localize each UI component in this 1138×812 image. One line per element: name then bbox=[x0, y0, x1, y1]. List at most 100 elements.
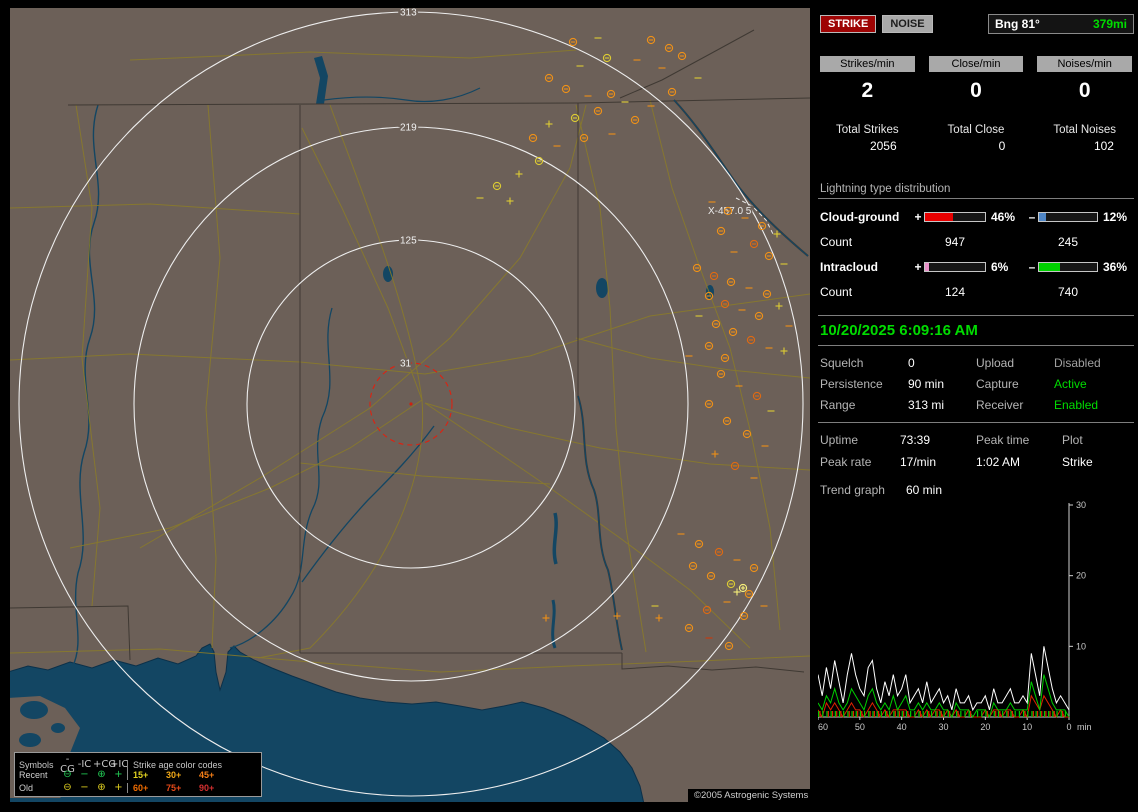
rate-values-row: 2 0 0 bbox=[818, 72, 1134, 103]
strikes-layer bbox=[476, 35, 793, 651]
cloud-ground-row: Cloud-ground + 46% – 12% bbox=[818, 210, 1134, 224]
plus-sign: + bbox=[914, 210, 922, 224]
svg-text:125: 125 bbox=[400, 236, 417, 247]
ic-negative-fill bbox=[1039, 263, 1060, 271]
app-window: 313 219 125 31 X-457.0 5 Symbols -CG -IC +CG… bbox=[0, 0, 1138, 812]
svg-text:10: 10 bbox=[1022, 722, 1032, 732]
squelch-value: 0 bbox=[908, 356, 915, 370]
neg-cg-old-icon: ⊖ bbox=[63, 781, 72, 793]
intracloud-label: Intracloud bbox=[820, 260, 879, 274]
trend-graph-label: Trend graph bbox=[820, 483, 885, 497]
age-45-label: 45+ bbox=[199, 769, 215, 780]
peak-rate-value: 17/min bbox=[900, 455, 937, 469]
svg-text:min: min bbox=[1077, 722, 1092, 732]
cg-positive-fill bbox=[925, 213, 953, 221]
pos-ic-old-icon: + bbox=[114, 781, 123, 793]
svg-text:30: 30 bbox=[1076, 501, 1086, 510]
total-strikes-value: 2056 bbox=[869, 139, 897, 153]
bearing-value: Bng 81° bbox=[995, 17, 1040, 31]
plot-value: Strike bbox=[1062, 455, 1093, 469]
strikes-per-min-chip[interactable]: Strikes/min bbox=[820, 56, 915, 72]
ic-negative-pct: 36% bbox=[1103, 260, 1128, 274]
legend-age-header: Strike age color codes bbox=[127, 760, 257, 770]
svg-text:30: 30 bbox=[938, 722, 948, 732]
rate-chips-row: Strikes/min Close/min Noises/min bbox=[818, 56, 1134, 72]
plus-sign: + bbox=[914, 260, 922, 274]
age-15-label: 15+ bbox=[133, 769, 149, 780]
receiver-label: Receiver bbox=[976, 398, 1024, 412]
map-display[interactable]: 313 219 125 31 X-457.0 5 Symbols -CG -IC +CG… bbox=[10, 8, 810, 802]
upload-value: Disabled bbox=[1054, 356, 1101, 370]
legend-old-label: Old bbox=[19, 782, 34, 793]
total-close-value: 0 bbox=[998, 139, 1006, 153]
strike-button[interactable]: STRIKE bbox=[820, 15, 877, 33]
totals-values-row: 2056 0 102 bbox=[818, 136, 1134, 153]
range-label: Range bbox=[820, 398, 856, 412]
uptime-value: 73:39 bbox=[900, 433, 931, 447]
status-row: Persistence 90 min Capture Active bbox=[820, 377, 1132, 391]
status-row: Squelch 0 Upload Disabled bbox=[820, 356, 1132, 370]
ic-positive-bar bbox=[924, 262, 986, 272]
totals-labels-row: Total Strikes Total Close Total Noises bbox=[818, 103, 1134, 136]
map-svg[interactable]: 31321912531X-457.0 5 bbox=[10, 8, 810, 802]
cloud-ground-count-row: Count 947 245 bbox=[818, 235, 1134, 249]
svg-text:20: 20 bbox=[1076, 571, 1086, 581]
status-row: Range 313 mi Receiver Enabled bbox=[820, 398, 1132, 412]
age-75-label: 75+ bbox=[166, 782, 182, 793]
noise-button[interactable]: NOISE bbox=[882, 15, 933, 33]
plot-label: Plot bbox=[1062, 433, 1083, 447]
range-value: 313 mi bbox=[908, 398, 945, 412]
total-noises-value: 102 bbox=[1093, 139, 1114, 153]
minus-sign: – bbox=[1028, 260, 1036, 274]
cg-positive-pct: 46% bbox=[991, 210, 1016, 224]
age-90-label: 90+ bbox=[199, 782, 215, 793]
neg-ic-old-icon: − bbox=[80, 781, 89, 793]
close-per-min-chip[interactable]: Close/min bbox=[928, 56, 1024, 72]
neg-ic-recent-icon: − bbox=[80, 768, 89, 780]
total-noises-label: Total Noises bbox=[1053, 124, 1116, 136]
neg-cg-recent-icon: ⊖ bbox=[63, 768, 72, 780]
intracloud-row: Intracloud + 6% – 36% bbox=[818, 260, 1134, 274]
noises-per-min-chip[interactable]: Noises/min bbox=[1037, 56, 1132, 72]
status-section: Squelch 0 Upload Disabled Persistence 90… bbox=[818, 356, 1134, 412]
pos-cg-old-icon: ⊕ bbox=[97, 781, 106, 793]
upload-label: Upload bbox=[976, 356, 1015, 370]
persistence-label: Persistence bbox=[820, 377, 883, 391]
svg-text:60: 60 bbox=[818, 722, 828, 732]
peak-time-label: Peak time bbox=[976, 433, 1030, 447]
noises-per-min-value: 0 bbox=[1078, 79, 1091, 102]
svg-text:20: 20 bbox=[980, 722, 990, 732]
cg-negative-count: 245 bbox=[1057, 235, 1079, 249]
ic-negative-count: 740 bbox=[1057, 285, 1079, 299]
persistence-value: 90 min bbox=[908, 377, 945, 391]
legend-old-row: Old ⊖ − ⊕ + 60+ 75+ 90+ bbox=[19, 781, 257, 794]
cg-positive-bar bbox=[924, 212, 986, 222]
close-per-min-value: 0 bbox=[970, 79, 982, 102]
intracloud-count-row: Count 124 740 bbox=[818, 285, 1134, 299]
legend-recent-label: Recent bbox=[19, 769, 48, 780]
cg-negative-fill bbox=[1039, 213, 1046, 221]
svg-text:219: 219 bbox=[400, 123, 417, 134]
perf-row: Peak rate 17/min 1:02 AM Strike bbox=[818, 455, 1134, 469]
total-close-label: Total Close bbox=[947, 124, 1005, 136]
divider bbox=[818, 422, 1134, 423]
svg-text:10: 10 bbox=[1076, 641, 1086, 651]
map-legend: Symbols -CG -IC +CG +IC Strike age color… bbox=[14, 752, 262, 797]
svg-text:50: 50 bbox=[855, 722, 865, 732]
legend-symbols-header: Symbols bbox=[19, 760, 54, 770]
pos-cg-recent-icon: ⊕ bbox=[97, 768, 106, 780]
age-30-label: 30+ bbox=[166, 769, 182, 780]
water-layer bbox=[10, 56, 714, 802]
pos-ic-recent-icon: + bbox=[114, 768, 123, 780]
distribution-title: Lightning type distribution bbox=[818, 183, 1134, 199]
distance-value: 379mi bbox=[1092, 17, 1127, 31]
topbar: STRIKE NOISE Bng 81° 379mi bbox=[820, 14, 1134, 34]
cloud-ground-label: Cloud-ground bbox=[820, 210, 900, 224]
svg-text:40: 40 bbox=[897, 722, 907, 732]
legend-recent-row: Recent ⊖ − ⊕ + 15+ 30+ 45+ bbox=[19, 768, 257, 781]
age-60-label: 60+ bbox=[133, 782, 149, 793]
trend-graph-header: Trend graph 60 min bbox=[818, 483, 1134, 497]
cg-negative-bar bbox=[1038, 212, 1098, 222]
cg-negative-pct: 12% bbox=[1103, 210, 1128, 224]
trend-graph-window: 60 min bbox=[906, 483, 943, 497]
